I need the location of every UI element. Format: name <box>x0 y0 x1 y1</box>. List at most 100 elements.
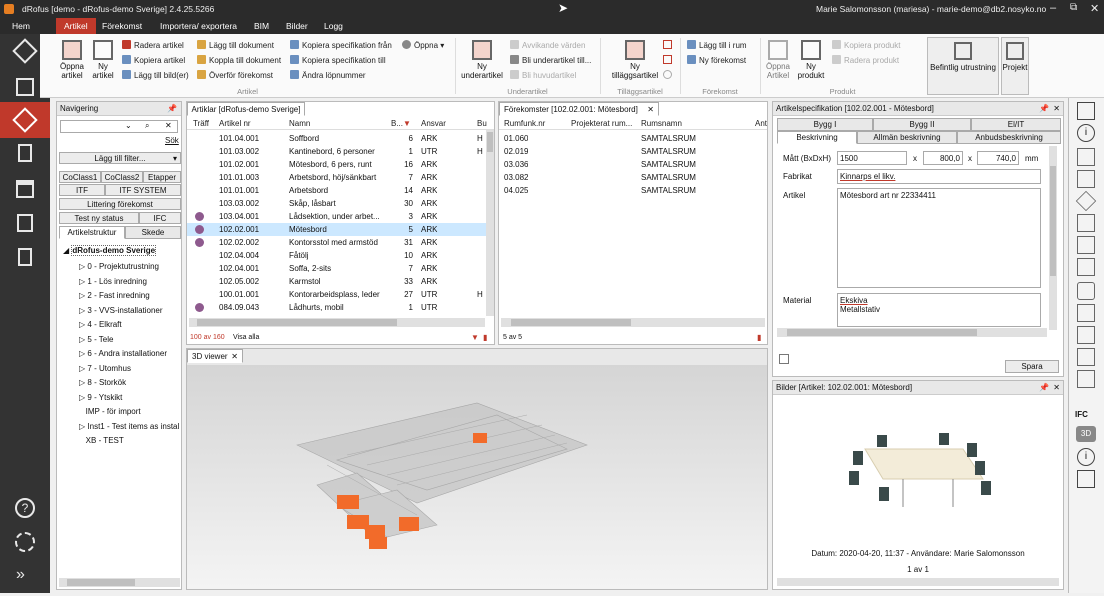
sidebar-reports[interactable] <box>0 240 50 276</box>
maximize-icon[interactable]: ⧉ <box>1070 2 1077 13</box>
image-icon[interactable] <box>1077 304 1095 322</box>
cube-icon[interactable] <box>1075 190 1097 212</box>
delete-product-button[interactable]: Radera produkt <box>832 55 899 65</box>
images-scrollbar[interactable] <box>777 578 1059 586</box>
clear-icon[interactable]: ✕ <box>165 121 172 130</box>
col-b[interactable]: B... <box>391 118 403 130</box>
copy-article-button[interactable]: Kopiera artikel <box>122 55 185 65</box>
new-addon-article-button[interactable]: Ny tilläggsartikel <box>606 40 664 80</box>
tab-beskrivning[interactable]: Beskrivning <box>777 131 857 144</box>
table-row[interactable]: 101.03.002 Kantinebord, 6 personer 1 UTR H <box>187 145 486 158</box>
table-row[interactable]: 101.01.001 Arbetsbord 14 ARK <box>187 184 486 197</box>
deviating-values-button[interactable]: Avvikande värden <box>510 40 585 50</box>
sidebar-buildings[interactable] <box>0 172 50 208</box>
nav-search-input[interactable]: ⌄ ⌕ ✕ <box>60 120 178 133</box>
scrollbar-thumb[interactable] <box>511 319 631 326</box>
table-row[interactable]: 102.04.001 Soffa, 2-sits 7 ARK <box>187 262 486 275</box>
articles-tab[interactable]: Artiklar [dRofus-demo Sverige] <box>187 102 305 116</box>
sidebar-documents[interactable] <box>0 136 50 172</box>
tree-item[interactable]: ▷ 8 - Storkök <box>79 378 126 387</box>
col-projected-room[interactable]: Projekterat rum... <box>571 118 632 130</box>
filter-itf-system[interactable]: ITF SYSTEM <box>105 184 181 196</box>
delete-article-button[interactable]: Radera artikel <box>122 40 184 50</box>
width-input[interactable]: 1500 <box>837 151 907 165</box>
col-count[interactable]: Ant <box>755 118 767 130</box>
expand-arrow-icon[interactable]: ▷ <box>79 306 85 315</box>
tab-el-it[interactable]: El/IT <box>971 118 1061 131</box>
col-room-func-nr[interactable]: Rumfunk.nr <box>504 118 545 130</box>
tree-item[interactable]: IMP - för import <box>79 407 141 416</box>
add-document-button[interactable]: Lägg till dokument <box>197 40 274 50</box>
spec-horizontal-scrollbar[interactable] <box>777 328 1047 337</box>
nav-horizontal-scrollbar[interactable] <box>59 578 180 587</box>
tree-item[interactable]: ▷ Inst1 - Test items as instal <box>79 422 179 431</box>
filter-etapper[interactable]: Etapper <box>143 171 181 183</box>
addon-small-icon[interactable] <box>663 55 672 64</box>
help-button[interactable]: ? <box>0 490 50 526</box>
scrollbar-thumb[interactable] <box>787 329 977 336</box>
open-article-product-button[interactable]: Öppna Artikel <box>762 40 794 80</box>
tab-anbudsbeskrivning[interactable]: Anbudsbeskrivning <box>957 131 1061 144</box>
project-button[interactable]: Projekt <box>1001 37 1029 95</box>
table-row[interactable]: 03.036 SAMTALSRUM <box>499 158 767 171</box>
add-filter-button[interactable]: Lägg till filter... ▾ <box>59 152 181 164</box>
sidebar-layers[interactable] <box>0 206 50 242</box>
add-to-room-button[interactable]: Lägg till i rum <box>687 40 747 50</box>
table-row[interactable]: 101.04.001 Soffbord 6 ARK H <box>187 132 486 145</box>
info-icon[interactable]: i <box>1077 124 1095 142</box>
link-document-button[interactable]: Koppla till dokument <box>197 55 281 65</box>
tree-item[interactable]: ▷ 6 - Andra installationer <box>79 349 167 358</box>
col-bu[interactable]: Bu <box>477 118 487 130</box>
close-panel-icon[interactable]: ✕ <box>1053 381 1060 395</box>
menu-artikel[interactable]: Artikel <box>56 18 96 34</box>
occurrences-horizontal-scrollbar[interactable] <box>501 318 765 327</box>
close-icon[interactable]: ✕ <box>1090 2 1099 15</box>
3d-model-canvas[interactable] <box>187 365 767 589</box>
layout-icon[interactable] <box>1077 102 1095 120</box>
tree-item[interactable]: ▷ 1 - Lös inredning <box>79 277 147 286</box>
material-field[interactable]: Ekskiva Metallstativ <box>837 293 1041 327</box>
expand-arrow-icon[interactable]: ▷ <box>79 262 85 271</box>
tree-item[interactable]: ▷ 7 - Utomhus <box>79 364 131 373</box>
table-row[interactable]: 02.019 SAMTALSRUM <box>499 145 767 158</box>
export-icon[interactable]: ▮ <box>757 333 761 342</box>
table-row[interactable]: 04.025 SAMTALSRUM <box>499 184 767 197</box>
search-link[interactable]: Sök <box>165 136 179 145</box>
col-name[interactable]: Namn <box>289 118 310 130</box>
filter-icon[interactable]: ▼ <box>403 118 411 130</box>
become-main-article-button[interactable]: Bli huvudartikel <box>510 70 576 80</box>
existing-equipment-button[interactable]: Befintlig utrustning <box>927 37 999 95</box>
tab-skede[interactable]: Skede <box>125 226 181 239</box>
scrollbar-thumb[interactable] <box>67 579 135 586</box>
table-row[interactable]: 01.060 SAMTALSRUM <box>499 132 767 145</box>
col-ansvar[interactable]: Ansvar <box>421 118 446 130</box>
tree-item[interactable]: ▷ 5 - Tele <box>79 335 113 344</box>
equipment-icon[interactable] <box>1077 214 1095 232</box>
fabrikat-field[interactable]: Kinnarps el likv. <box>837 169 1041 184</box>
search-icon[interactable]: ⌕ <box>145 121 149 131</box>
tab-article-structure[interactable]: Artikelstruktur <box>59 226 125 239</box>
expand-arrow-icon[interactable]: ▷ <box>79 378 85 387</box>
document-icon[interactable] <box>1077 148 1095 166</box>
filter-ifc[interactable]: IFC <box>139 212 181 224</box>
table-row[interactable]: 101.01.003 Arbetsbord, höj/sänkbart 7 ARK <box>187 171 486 184</box>
tab-allman-beskrivning[interactable]: Allmän beskrivning <box>857 131 957 144</box>
stack-icon[interactable] <box>1077 348 1095 366</box>
table-row[interactable]: 101.02.001 Mötesbord, 6 pers, runt 16 ARK <box>187 158 486 171</box>
table-row[interactable]: 100.01.001 Kontorarbeidsplass, leder 27 UTR… <box>187 288 486 301</box>
tree-item[interactable]: XB - TEST <box>79 436 124 445</box>
addon-small-icon[interactable] <box>663 40 672 49</box>
save-button[interactable]: Spara <box>1005 360 1059 373</box>
change-serial-button[interactable]: Ändra löpnummer <box>290 70 366 80</box>
table-row[interactable]: 103.04.001 Lådsektion, under arbet... 3 ARK <box>187 210 486 223</box>
menu-forekomst[interactable]: Förekomst <box>96 18 148 34</box>
menu-hem[interactable]: Hem <box>6 18 36 34</box>
expand-arrow-icon[interactable]: ▷ <box>79 335 85 344</box>
pin-icon[interactable]: 📌 <box>167 102 177 116</box>
copy-product-button[interactable]: Kopiera produkt <box>832 40 900 50</box>
expand-arrow-icon[interactable]: ▷ <box>79 422 85 431</box>
expand-arrow-icon[interactable]: ▷ <box>79 320 85 329</box>
close-panel-icon[interactable]: ✕ <box>1053 102 1060 116</box>
copy-spec-from-button[interactable]: Kopiera specifikation från <box>290 40 392 50</box>
occurrences-tab[interactable]: Förekomster [102.02.001: Mötesbord] ✕ <box>499 102 659 116</box>
